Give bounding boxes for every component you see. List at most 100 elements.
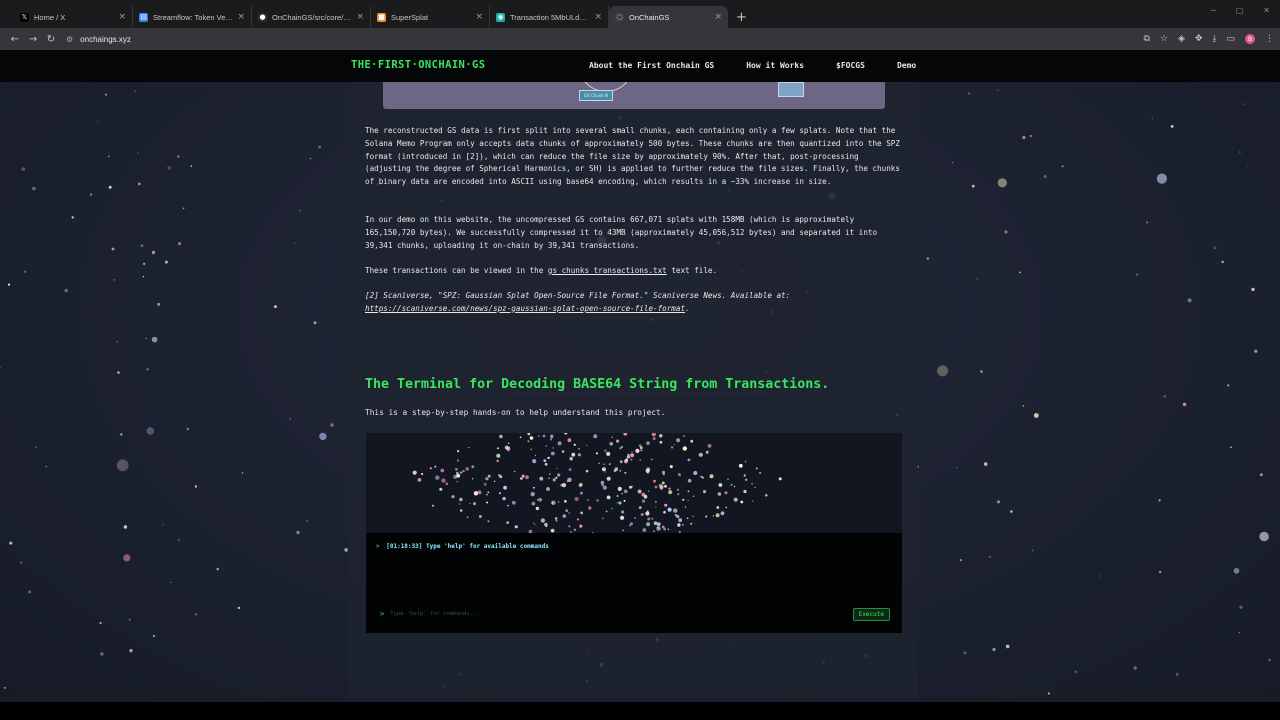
browser-tab-active[interactable]: ◌ OnChainGS × — [609, 6, 728, 28]
citation-link[interactable]: https://scaniverse.com/news/spz-gaussian… — [365, 304, 685, 313]
nav-link-about[interactable]: About the First Onchain GS — [589, 61, 714, 70]
splat-point — [630, 453, 635, 458]
splat-point — [421, 472, 424, 476]
splat-point — [659, 440, 663, 444]
splat-point — [466, 516, 469, 519]
star — [21, 167, 26, 171]
new-tab-button[interactable]: + — [736, 6, 747, 28]
execute-button[interactable]: Execute — [852, 607, 890, 621]
star — [968, 92, 970, 95]
nav-link-how-it-works[interactable]: How it Works — [746, 61, 804, 70]
star — [123, 554, 131, 562]
splat-point — [687, 490, 690, 493]
splat-point — [542, 434, 546, 438]
minimize-icon[interactable]: ─ — [1211, 6, 1216, 15]
close-icon[interactable]: × — [475, 12, 483, 22]
splat-point — [602, 517, 604, 520]
star — [1158, 570, 1162, 574]
splat-point — [602, 485, 607, 490]
splat-point — [499, 492, 501, 495]
star — [1004, 230, 1008, 234]
splat-point — [514, 525, 518, 529]
browser-tab[interactable]: ◉ Transaction 5MbULdqTQCmk × — [490, 6, 609, 28]
terminal-command-input[interactable] — [390, 611, 853, 617]
splat-point — [705, 515, 708, 518]
maximize-icon[interactable]: ▢ — [1236, 6, 1244, 15]
splat-viewer[interactable] — [366, 433, 902, 533]
nav-link-token[interactable]: $FOCGS — [836, 61, 865, 70]
close-icon[interactable]: × — [356, 12, 364, 22]
transactions-file-link[interactable]: gs_chunks_transactions.txt — [548, 266, 667, 275]
splat-point — [586, 444, 588, 446]
splat-point — [451, 495, 455, 499]
paragraph-transactions-text: These transactions can be viewed in the — [365, 266, 548, 275]
close-icon[interactable]: × — [118, 12, 126, 22]
splat-point — [630, 458, 633, 461]
splat-point — [519, 436, 522, 439]
star — [1133, 666, 1137, 670]
star — [64, 288, 68, 293]
star — [1033, 413, 1039, 418]
browser-tab[interactable]: ● OnChainGS/src/core/SplatPro × — [252, 6, 371, 28]
profile-avatar[interactable]: B — [1245, 34, 1255, 44]
splat-point — [609, 442, 613, 446]
star — [1163, 395, 1166, 398]
splat-point — [456, 459, 460, 462]
close-icon[interactable]: × — [237, 12, 245, 22]
translate-icon[interactable]: ⧉ — [1144, 34, 1150, 44]
bookmark-star-icon[interactable]: ☆ — [1160, 34, 1168, 44]
star — [146, 427, 155, 435]
splat-point — [676, 488, 679, 491]
tab-title: Transaction 5MbULdqTQCmk — [510, 12, 590, 22]
reload-icon[interactable]: ↻ — [42, 34, 60, 45]
solscan-icon: ◉ — [496, 12, 505, 22]
download-icon[interactable]: ⤓ — [1213, 34, 1217, 44]
splat-point — [558, 501, 560, 503]
splat-point — [625, 458, 628, 462]
close-icon[interactable]: × — [714, 12, 722, 22]
menu-kebab-icon[interactable]: ⋮ — [1265, 34, 1274, 44]
extensions-puzzle-icon[interactable]: ✥ — [1195, 34, 1203, 44]
splat-point — [485, 477, 489, 481]
star — [7, 283, 11, 286]
nav-link-demo[interactable]: Demo — [897, 61, 916, 70]
star — [296, 530, 300, 535]
close-icon[interactable]: × — [594, 12, 602, 22]
back-icon[interactable]: ← — [6, 34, 24, 45]
star — [146, 368, 149, 371]
splat-point — [544, 462, 548, 466]
forward-icon[interactable]: → — [24, 34, 42, 45]
splat-point-cloud[interactable] — [366, 433, 902, 533]
star — [105, 93, 108, 96]
browser-tab[interactable]: ■ SuperSplat × — [371, 6, 490, 28]
splat-point — [457, 450, 460, 453]
splat-point — [533, 522, 535, 524]
extension-icon[interactable]: ◈ — [1178, 34, 1185, 44]
browser-tab[interactable]: 𝕏 Home / X × — [14, 6, 133, 28]
splat-point — [661, 525, 665, 529]
splat-point — [725, 506, 727, 509]
splat-point — [445, 482, 449, 486]
splat-point — [502, 496, 506, 501]
star — [113, 279, 116, 281]
splat-point — [550, 436, 553, 439]
splat-point — [535, 506, 540, 511]
site-info-icon[interactable]: ⚙ — [66, 35, 73, 44]
splat-point — [687, 458, 691, 462]
star — [992, 647, 996, 652]
splat-point — [745, 478, 748, 481]
splat-point — [469, 502, 471, 505]
splat-point — [568, 468, 572, 471]
close-window-icon[interactable]: ✕ — [1263, 6, 1270, 15]
splat-point — [640, 446, 643, 449]
splat-point — [740, 500, 744, 504]
splat-point — [579, 482, 583, 486]
browser-tab[interactable]: ▤ Streamflow: Token Vesting, A × — [133, 6, 252, 28]
star — [151, 336, 158, 343]
sidebar-icon[interactable]: ▭ — [1226, 34, 1235, 44]
splat-point — [733, 497, 738, 502]
address-bar[interactable]: ⚙ onchaings.xyz — [66, 31, 1134, 47]
star — [177, 155, 180, 158]
site-brand[interactable]: THE·FIRST·ONCHAIN·GS — [351, 59, 485, 71]
star — [1043, 175, 1047, 178]
